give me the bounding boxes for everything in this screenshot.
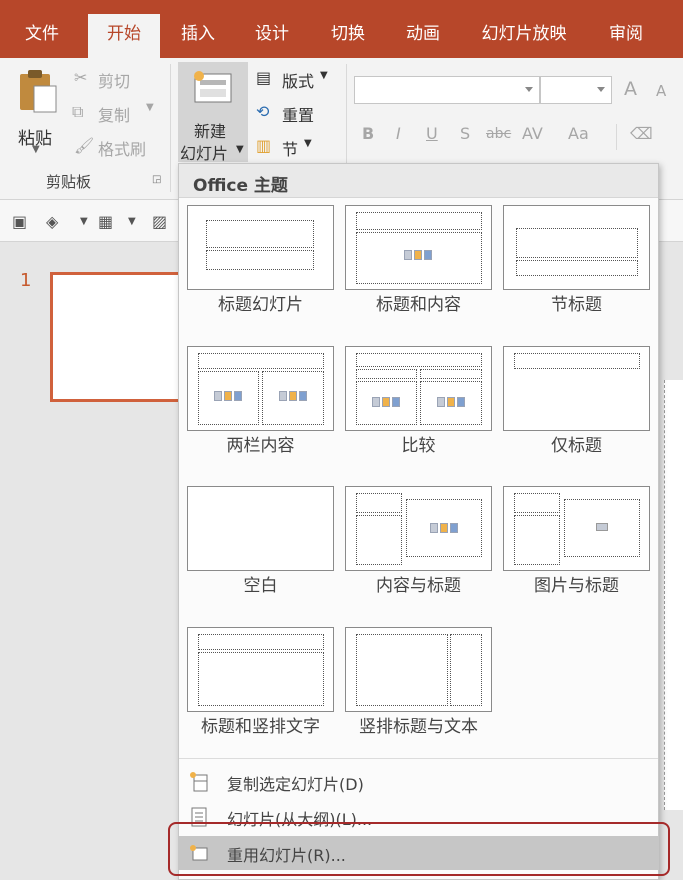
duplicate-slide-label: 复制选定幻灯片(D) [227,775,364,794]
placeholder-content-icon [431,393,471,411]
layout-content-caption[interactable] [345,486,492,571]
layout-title-vertical-text[interactable] [187,627,334,712]
chevron-down-icon [597,87,605,92]
tab-home[interactable]: 开始 [88,14,160,58]
duplicate-slide-item[interactable]: 复制选定幻灯片(D) [179,765,658,799]
dialog-launcher-icon[interactable]: ◲ [152,174,161,185]
format-painter-button[interactable]: 格式刷 [98,136,146,160]
copy-dropdown-icon[interactable]: ▼ [146,102,154,113]
placeholder-content-icon [366,393,406,411]
tab-review[interactable]: 审阅 [590,14,662,58]
shadow-button[interactable]: S [460,124,470,143]
clipboard-group-label: 剪贴板 [46,173,92,191]
new-slide-label-2: 幻灯片 [180,144,229,163]
new-slide-dropdown: Office 主题 标题幻灯片 标题和内容 节标题 两栏内容 比较 仅标题 空白… [178,163,659,880]
slide-thumbnail[interactable] [50,272,190,402]
tab-transitions[interactable]: 切换 [312,14,384,58]
new-slide-button[interactable]: 新建 幻灯片 ▼ [178,62,248,163]
char-spacing-button[interactable]: AV [522,124,543,143]
layout-comparison[interactable] [345,346,492,431]
layout-label-title-content: 标题和内容 [376,295,461,315]
italic-button[interactable]: I [396,124,401,143]
copy-button[interactable]: 复制 [98,102,130,126]
reset-icon: ⟲ [256,102,270,121]
paste-dropdown-icon[interactable]: ▼ [32,144,40,155]
table-icon[interactable]: ▦ [98,212,113,231]
layout-label-comparison: 比较 [401,436,436,456]
cut-button[interactable]: 剪切 [98,68,130,92]
layout-section-header[interactable] [503,205,650,290]
tab-slideshow[interactable]: 幻灯片放映 [468,14,580,58]
format-painter-icon: 🖌 [74,136,95,155]
highlight-outline [168,822,670,876]
picture-placeholder-icon [596,523,608,531]
new-slide-label-1: 新建 [194,122,227,141]
gallery-header: Office 主题 [179,164,658,198]
font-name-combo[interactable] [354,76,540,104]
placeholder-content-icon [208,387,248,405]
copy-icon: ⧉ [72,102,84,121]
section-button[interactable]: 节 [282,136,298,160]
layout-vertical-title-text[interactable] [345,627,492,712]
layout-label-content-caption: 内容与标题 [376,576,461,596]
chevron-down-icon [525,87,533,92]
grow-font-button[interactable]: A [624,78,637,100]
tab-insert[interactable]: 插入 [162,14,234,58]
chevron-down-icon[interactable]: ▼ [128,216,136,227]
paste-button[interactable]: 粘贴 ▼ [14,68,62,158]
underline-button[interactable]: U [426,124,438,143]
main-slide-canvas[interactable] [664,380,683,810]
font-size-combo[interactable] [540,76,612,104]
shapes-icon[interactable]: ◈ [46,212,58,231]
layout-label-title-vertical-text: 标题和竖排文字 [201,717,320,737]
bold-button[interactable]: B [362,124,374,143]
chevron-down-icon[interactable]: ▼ [80,216,88,227]
group-divider [170,64,171,192]
layout-label-vertical-title-text: 竖排标题与文本 [359,717,478,737]
new-slide-icon [194,71,232,103]
reset-button[interactable]: 重置 [282,102,314,126]
layout-two-content[interactable] [187,346,334,431]
layout-label-section-header: 节标题 [551,295,602,315]
layout-label-two-content: 两栏内容 [226,436,295,456]
change-case-button[interactable]: Aa [568,124,589,143]
duplicate-slide-icon [190,772,208,792]
layout-label-picture-caption: 图片与标题 [534,576,619,596]
picture-icon[interactable]: ▨ [152,212,167,231]
tab-animations[interactable]: 动画 [387,14,459,58]
placeholder-content-icon [424,519,464,537]
slide-number: 1 [20,270,32,291]
strikethrough-button[interactable]: abc [486,126,511,142]
section-icon: ▥ [256,136,272,155]
clear-format-icon[interactable]: ⌫ [630,124,653,143]
placeholder-content-icon [273,387,313,405]
shrink-font-button[interactable]: A [656,82,666,100]
tab-file[interactable]: 文件 [6,14,78,58]
layout-title-slide[interactable] [187,205,334,290]
layout-title-only[interactable] [503,346,650,431]
layout-label-title-only: 仅标题 [551,436,602,456]
clipboard-icon [20,70,57,113]
cut-icon: ✂ [74,68,88,87]
menu-bar: 文件 开始 插入 设计 切换 动画 幻灯片放映 审阅 [0,0,683,58]
divider [179,758,658,759]
new-slide-dropdown-icon[interactable]: ▼ [236,144,244,155]
layout-picture-caption[interactable] [503,486,650,571]
layout-blank[interactable] [187,486,334,571]
textbox-icon[interactable]: ▣ [12,212,27,231]
layout-icon: ▤ [256,68,272,87]
layout-label-blank: 空白 [243,576,278,596]
divider [616,124,617,150]
layout-title-content[interactable] [345,205,492,290]
tab-design[interactable]: 设计 [236,14,308,58]
gallery-header-label: Office 主题 [193,176,288,196]
placeholder-content-icon [398,246,438,264]
layout-dropdown-icon[interactable]: ▼ [320,70,328,81]
section-dropdown-icon[interactable]: ▼ [304,138,312,149]
layout-label-title-slide: 标题幻灯片 [218,295,303,315]
layout-button[interactable]: 版式 [282,68,314,92]
